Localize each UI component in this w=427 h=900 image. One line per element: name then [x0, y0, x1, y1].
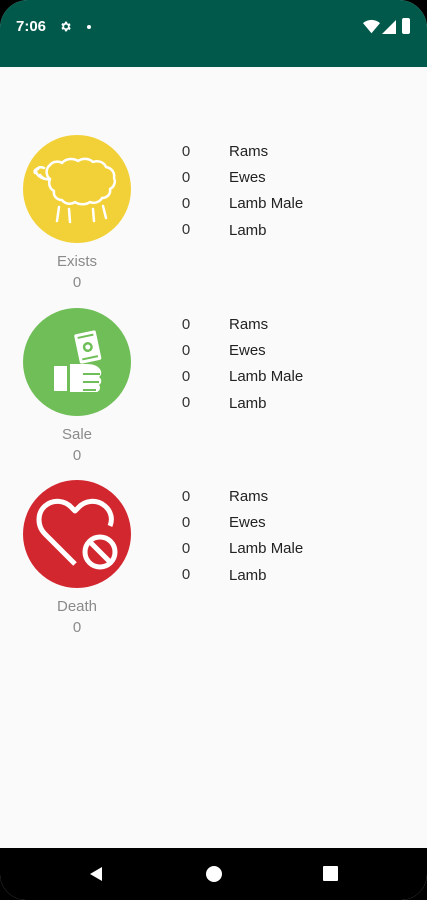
phone-screen: 7:06 Exists 0 0 Rams 0 Ewes 0 Lamb Male … [0, 0, 427, 900]
row-count: 0 [181, 221, 191, 238]
row-label: Lamb Male [229, 368, 304, 385]
row-count: 0 [181, 143, 191, 160]
row-label: Lamb Female [229, 395, 267, 412]
section-label: Sale [61, 426, 93, 443]
stat-row-rams: 0 Rams [170, 316, 410, 342]
row-label: Ewes [229, 169, 266, 186]
stat-row-ewes: 0 Ewes [170, 169, 410, 195]
recent-apps-icon[interactable] [323, 866, 338, 881]
navigation-bar [0, 848, 427, 900]
stat-row-rams: 0 Rams [170, 143, 410, 169]
stat-row-ewes: 0 Ewes [170, 514, 410, 540]
stats-list: 0 Rams 0 Ewes 0 Lamb Male 0 Lamb Female [170, 488, 410, 586]
row-count: 0 [181, 566, 191, 583]
sheep-icon [33, 157, 117, 224]
row-label: Lamb Male [229, 540, 304, 557]
exists-circle[interactable] [23, 135, 131, 243]
row-count: 0 [181, 368, 191, 385]
row-label: Lamb Male [229, 195, 304, 212]
row-label: Rams [229, 316, 269, 333]
stats-list: 0 Rams 0 Ewes 0 Lamb Male 0 Lamb Female [170, 143, 410, 241]
stat-row-rams: 0 Rams [170, 488, 410, 514]
heart-banned-icon [36, 498, 118, 570]
row-label: Rams [229, 143, 269, 160]
home-icon[interactable] [206, 866, 222, 882]
row-count: 0 [181, 540, 191, 557]
row-count: 0 [181, 316, 191, 333]
section-label: Death [56, 598, 98, 615]
status-bar: 7:06 [0, 0, 427, 67]
row-count: 0 [181, 169, 191, 186]
section-total: 0 [72, 447, 82, 464]
section-exists: Exists 0 0 Rams 0 Ewes 0 Lamb Male 0 Lam… [0, 135, 427, 300]
stat-row-lamb-female: 0 Lamb Female [170, 221, 410, 241]
section-total: 0 [72, 619, 82, 636]
battery-icon [402, 18, 410, 34]
section-sale: Sale 0 0 Rams 0 Ewes 0 Lamb Male 0 Lamb … [0, 308, 427, 473]
stat-row-lamb-female: 0 Lamb Female [170, 394, 410, 414]
stat-row-lamb-male: 0 Lamb Male [170, 368, 410, 394]
row-count: 0 [181, 514, 191, 531]
death-circle[interactable] [23, 480, 131, 588]
row-count: 0 [181, 488, 191, 505]
stat-row-lamb-male: 0 Lamb Male [170, 540, 410, 566]
section-label: Exists [56, 253, 97, 270]
section-death: Death 0 0 Rams 0 Ewes 0 Lamb Male 0 Lamb… [0, 480, 427, 645]
stats-list: 0 Rams 0 Ewes 0 Lamb Male 0 Lamb Female [170, 316, 410, 414]
sale-circle[interactable] [23, 308, 131, 416]
notification-dot-icon [87, 25, 91, 29]
back-icon[interactable] [88, 866, 104, 882]
row-count: 0 [181, 342, 191, 359]
row-label: Lamb Female [229, 222, 267, 239]
stat-row-lamb-female: 0 Lamb Female [170, 566, 410, 586]
row-label: Lamb Female [229, 567, 267, 584]
stat-row-ewes: 0 Ewes [170, 342, 410, 368]
wifi-icon [363, 19, 380, 34]
stat-row-lamb-male: 0 Lamb Male [170, 195, 410, 221]
row-label: Ewes [229, 342, 266, 359]
section-total: 0 [72, 274, 82, 291]
hand-money-icon [54, 330, 102, 392]
row-label: Rams [229, 488, 269, 505]
gear-icon [61, 21, 71, 32]
signal-icon [382, 20, 396, 34]
row-count: 0 [181, 195, 191, 212]
status-time: 7:06 [16, 18, 47, 35]
row-count: 0 [181, 394, 191, 411]
row-label: Ewes [229, 514, 266, 531]
